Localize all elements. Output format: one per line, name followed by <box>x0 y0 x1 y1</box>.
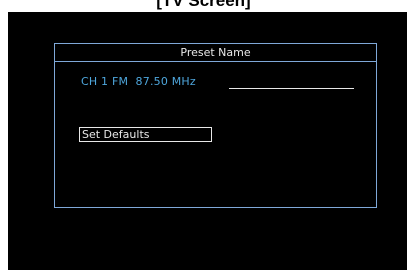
station-info: CH 1 FM 87.50 MHz <box>81 75 196 88</box>
tv-screen-caption: [TV Screen] <box>156 0 251 10</box>
tv-screen: Preset Name CH 1 FM 87.50 MHz Set Defaul… <box>8 12 407 270</box>
dialog-title: Preset Name <box>55 44 376 62</box>
preset-name-field[interactable] <box>229 88 354 89</box>
preset-name-dialog: Preset Name CH 1 FM 87.50 MHz Set Defaul… <box>54 43 377 208</box>
set-defaults-button[interactable]: Set Defaults <box>79 127 212 142</box>
